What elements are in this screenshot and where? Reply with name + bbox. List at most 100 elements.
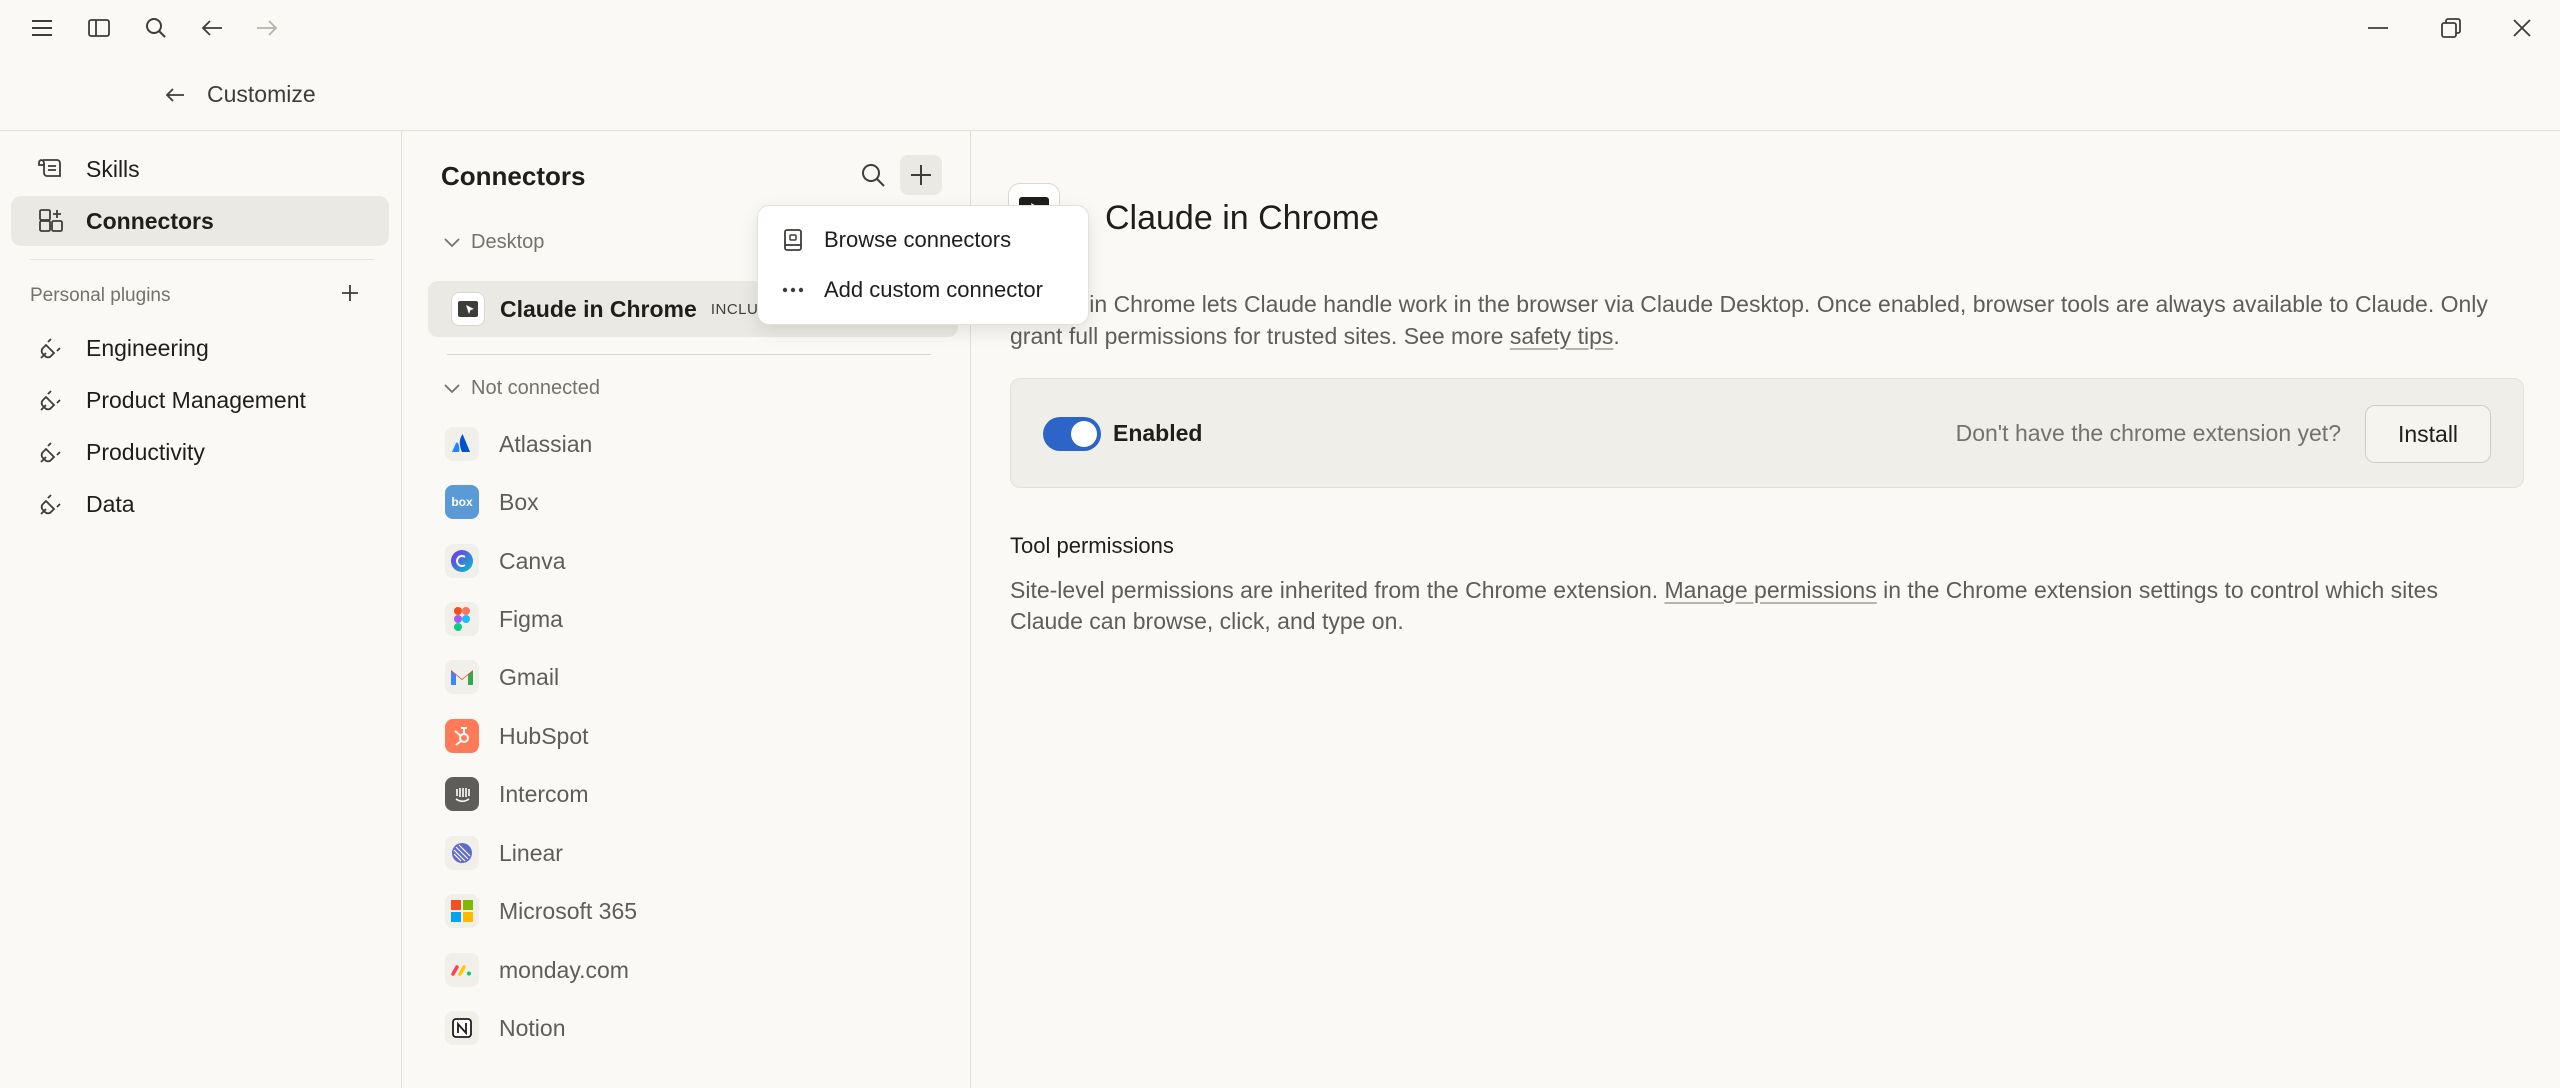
sidebar-item-engineering[interactable]: Engineering (11, 323, 389, 373)
connector-name: Box (499, 488, 539, 515)
toggle-label: Enabled (1113, 420, 1203, 446)
more-dots-icon (780, 277, 806, 303)
included-badge: INCLU (710, 300, 759, 318)
connector-row-gmail[interactable]: Gmail (445, 652, 925, 702)
connector-row-hubspot[interactable]: HubSpot (445, 711, 925, 761)
page-title: Customize (207, 81, 316, 107)
sidebar-item-skills[interactable]: Skills (11, 144, 389, 194)
canva-logo-icon (445, 544, 479, 578)
forward-arrow-icon[interactable] (251, 12, 283, 44)
search-icon (862, 164, 885, 187)
title-bar (0, 0, 2560, 56)
connector-name: Atlassian (499, 430, 593, 457)
connector-name: monday.com (499, 956, 629, 983)
description-text: . (1613, 323, 1620, 349)
panel-title: Connectors (441, 161, 586, 191)
extension-hint: Don't have the chrome extension yet? (1955, 420, 2341, 446)
toggle-knob (1071, 421, 1097, 447)
connector-row-intercom[interactable]: Intercom (445, 769, 925, 819)
connector-name: Intercom (499, 780, 589, 807)
back-arrow-icon[interactable] (158, 78, 192, 112)
connector-name: Gmail (499, 663, 560, 690)
search-icon[interactable] (140, 12, 172, 44)
menu-item-label: Add custom connector (824, 277, 1043, 302)
back-arrow-icon[interactable] (196, 12, 228, 44)
description-text: Claude in Chrome lets Claude handle work… (1010, 291, 2488, 349)
plus-icon (911, 165, 931, 185)
menu-item-label: Browse connectors (824, 227, 1012, 252)
add-connector-menu: Browse connectors Add custom connector (757, 205, 1089, 325)
list-divider (447, 354, 931, 355)
section-label: Personal plugins (30, 285, 171, 306)
sidebar-item-label: Productivity (86, 438, 205, 465)
restore-icon[interactable] (2427, 10, 2475, 46)
sidebar-item-product-management[interactable]: Product Management (11, 375, 389, 425)
sidebar-item-productivity[interactable]: Productivity (11, 427, 389, 477)
plug-icon (36, 437, 66, 467)
connector-row-figma[interactable]: Figma (445, 594, 925, 644)
add-plugin-button[interactable] (334, 277, 366, 309)
customize-header: Customize (0, 64, 2560, 124)
sidebar-item-label: Connectors (86, 207, 214, 234)
connector-name: Claude in Chrome (500, 295, 697, 322)
connector-name: HubSpot (499, 722, 589, 749)
connector-row-box[interactable]: box Box (445, 477, 925, 527)
sidebar-divider (30, 259, 374, 260)
detail-title: Claude in Chrome (1105, 199, 1380, 237)
connector-name: Microsoft 365 (499, 897, 638, 924)
enabled-toggle[interactable] (1043, 417, 1101, 451)
scroll-icon (36, 154, 66, 184)
group-desktop[interactable]: Desktop (441, 231, 544, 254)
sidebar-item-label: Product Management (86, 386, 306, 413)
connector-row-microsoft-365[interactable]: Microsoft 365 (445, 886, 925, 936)
intercom-logo-icon (445, 777, 479, 811)
description-text: Site-level permissions are inherited fro… (1010, 577, 1665, 603)
plug-icon (36, 489, 66, 519)
chevron-down-icon (441, 378, 463, 400)
sidebar-item-label: Skills (86, 155, 140, 182)
book-icon (780, 227, 806, 253)
close-icon[interactable] (2498, 10, 2546, 46)
hubspot-logo-icon (445, 719, 479, 753)
connector-row-monday[interactable]: monday.com (445, 945, 925, 995)
notion-logo-icon (445, 1011, 479, 1045)
tool-permissions-heading: Tool permissions (1010, 533, 1174, 558)
menu-item-add-custom-connector[interactable]: Add custom connector (766, 266, 1082, 314)
sidebar: Skills Connectors Personal plugins Engin… (0, 131, 402, 1088)
connector-name: Canva (499, 547, 566, 574)
connector-row-linear[interactable]: Linear (445, 828, 925, 878)
menu-item-browse-connectors[interactable]: Browse connectors (766, 216, 1082, 264)
add-connector-button[interactable] (900, 155, 942, 195)
install-button[interactable]: Install (2365, 405, 2491, 463)
enable-card: Enabled Don't have the chrome extension … (1010, 378, 2524, 488)
gmail-logo-icon (445, 660, 479, 694)
plug-icon (36, 385, 66, 415)
sidebar-item-label: Data (86, 490, 135, 517)
linear-logo-icon (445, 836, 479, 870)
figma-logo-icon (445, 602, 479, 636)
sidebar-item-connectors[interactable]: Connectors (11, 196, 389, 246)
connector-row-notion[interactable]: Notion (445, 1003, 925, 1053)
connector-name: Linear (499, 839, 563, 866)
chrome-cursor-icon (451, 292, 485, 326)
connectors-icon (36, 206, 66, 236)
chevron-down-icon (441, 232, 463, 254)
search-button[interactable] (853, 155, 893, 195)
microsoft-logo-icon (445, 894, 479, 928)
connector-name: Notion (499, 1014, 566, 1041)
monday-logo-icon (445, 953, 479, 987)
atlassian-logo-icon (445, 427, 479, 461)
plug-icon (36, 333, 66, 363)
menu-icon[interactable] (26, 12, 58, 44)
connector-detail-panel: Claude in Chrome Claude in Chrome lets C… (972, 131, 2560, 1088)
sidebar-item-label: Engineering (86, 334, 209, 361)
sidebar-item-data[interactable]: Data (11, 479, 389, 529)
sidebar-toggle-icon[interactable] (83, 12, 115, 44)
connector-name: Figma (499, 605, 563, 632)
connector-row-atlassian[interactable]: Atlassian (445, 419, 925, 469)
group-not-connected[interactable]: Not connected (441, 377, 600, 400)
manage-permissions-link[interactable]: Manage permissions (1665, 577, 1877, 603)
minimize-icon[interactable] (2354, 10, 2402, 46)
connector-row-canva[interactable]: Canva (445, 536, 925, 586)
safety-tips-link[interactable]: safety tips (1510, 323, 1614, 349)
